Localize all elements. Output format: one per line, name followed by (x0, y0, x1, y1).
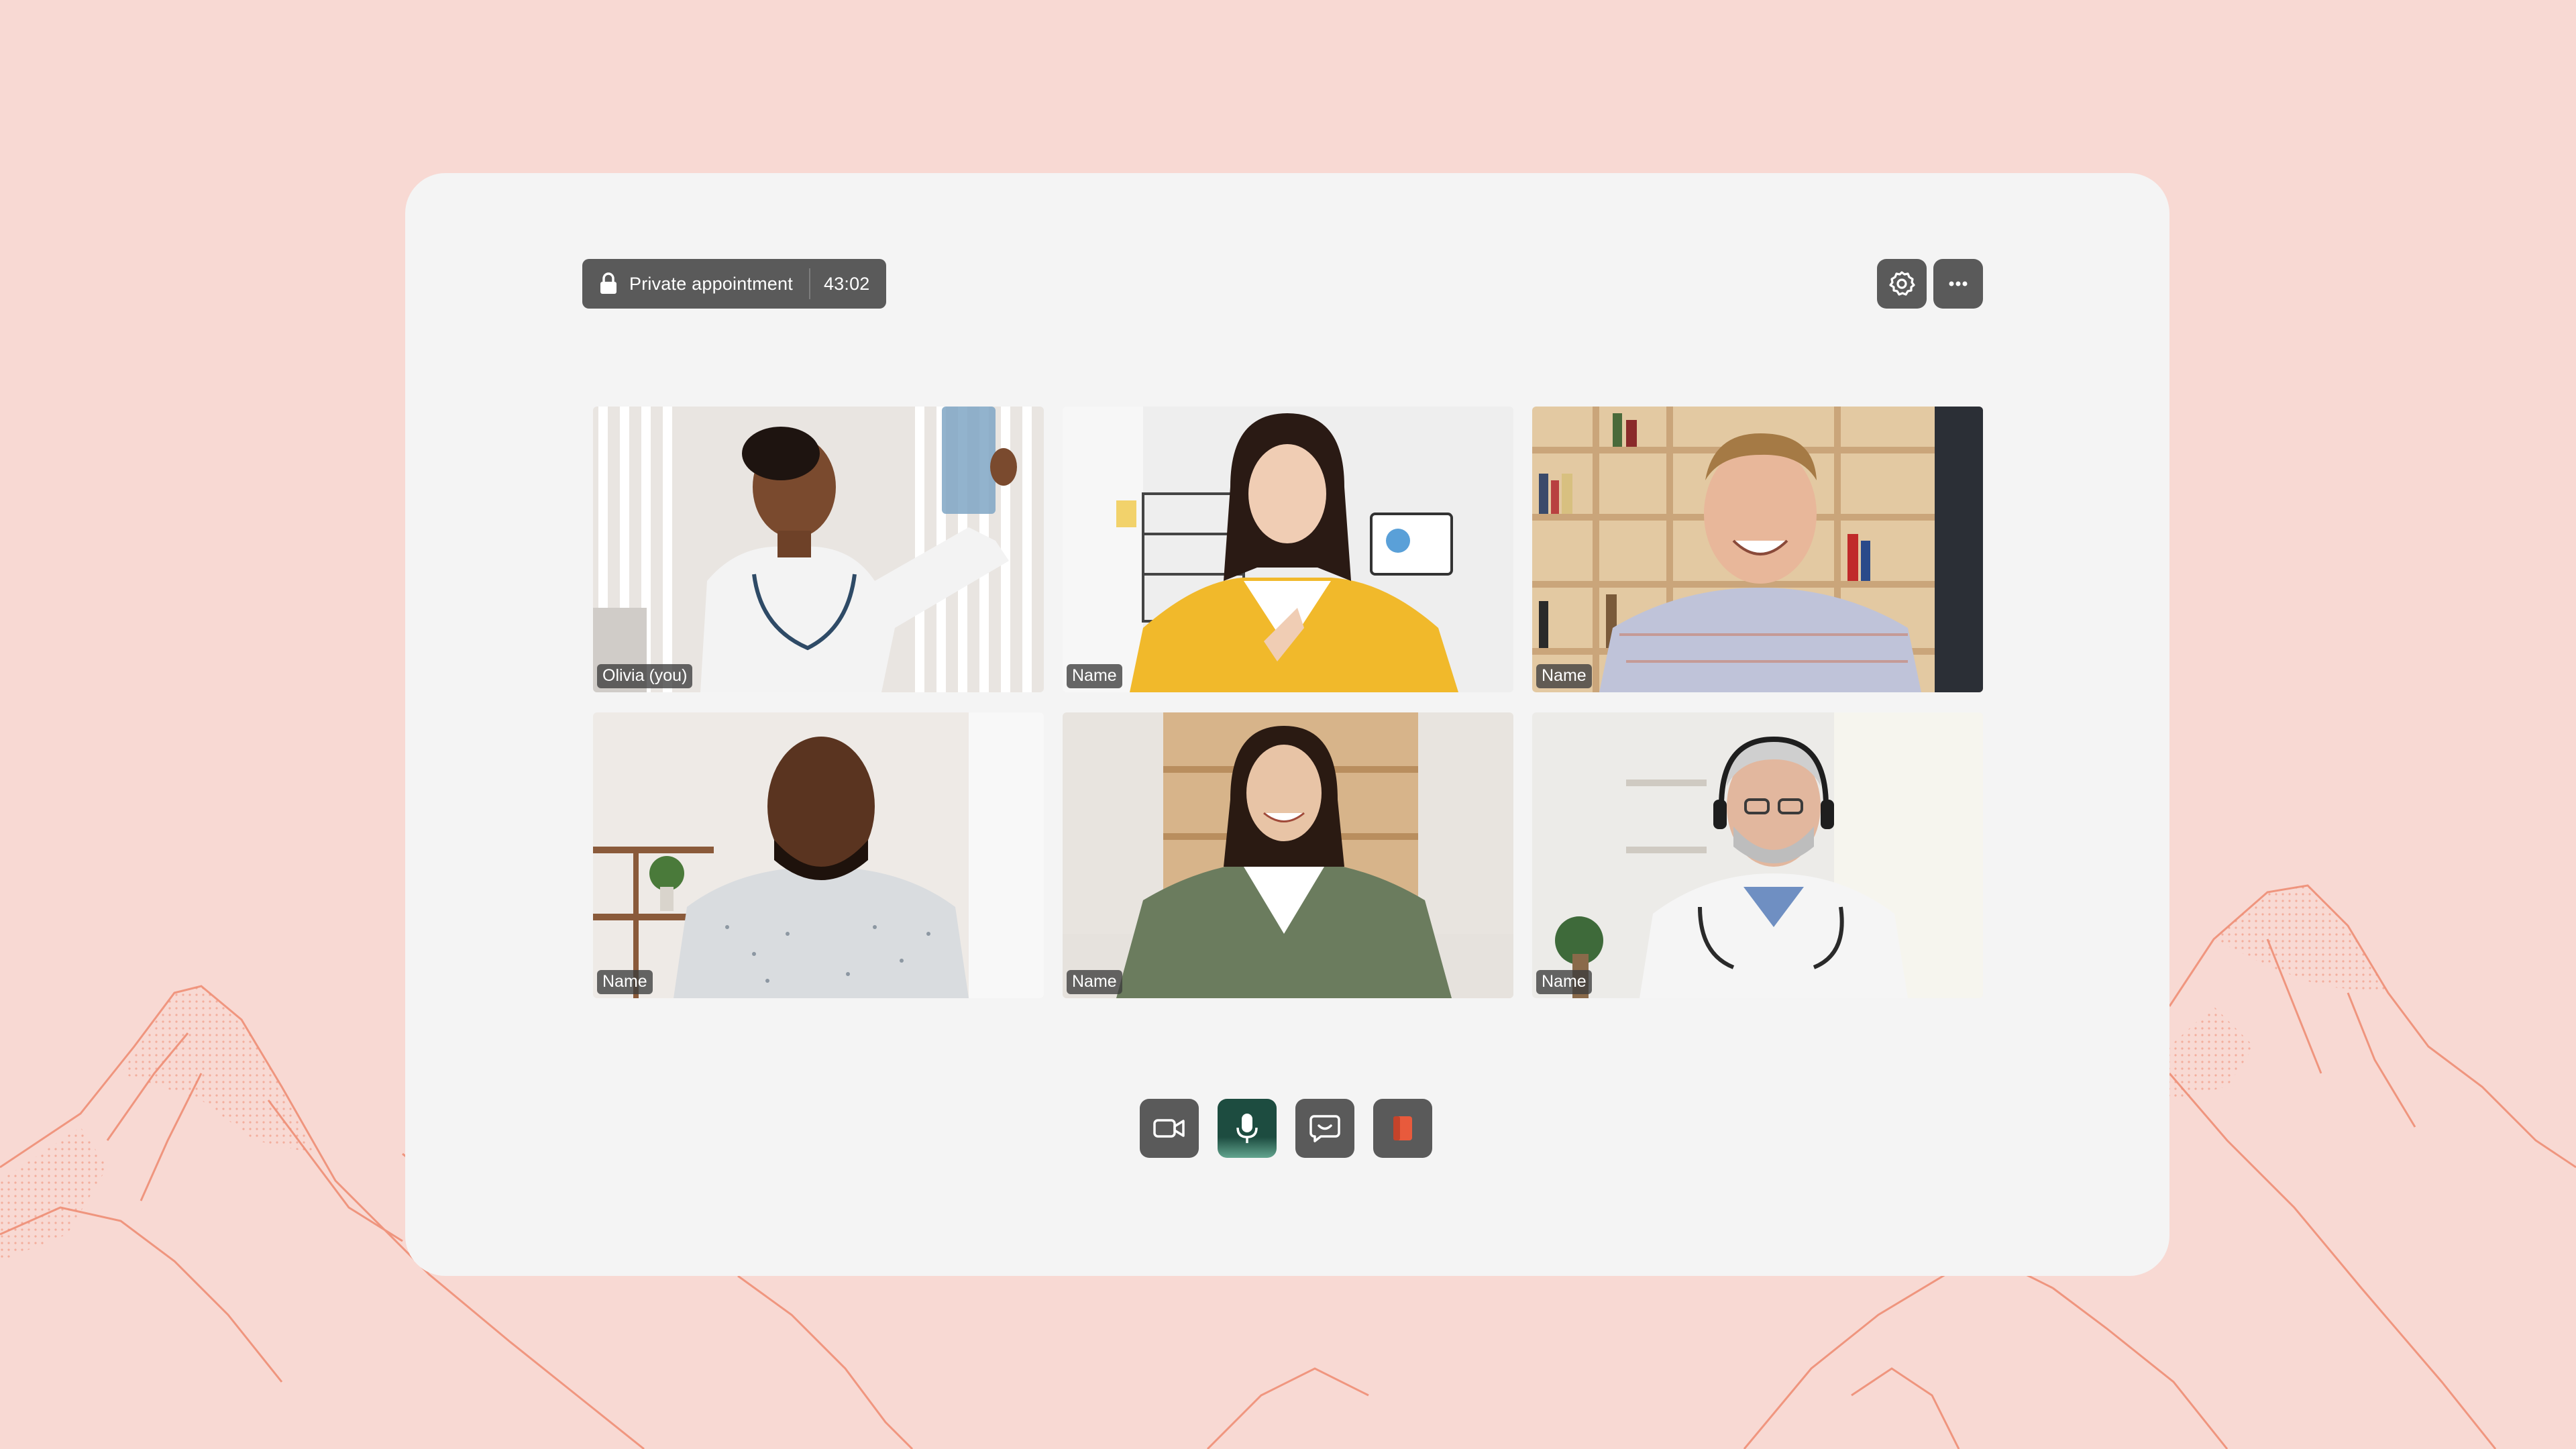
camera-button[interactable] (1140, 1099, 1199, 1158)
microphone-button[interactable] (1218, 1099, 1277, 1158)
more-horizontal-icon (1949, 281, 1968, 286)
participant-tile[interactable]: Name (1063, 407, 1513, 692)
gear-icon (1889, 271, 1915, 296)
participant-name-label: Olivia (you) (597, 664, 693, 688)
participant-video (1532, 407, 1983, 692)
video-camera-icon (1153, 1119, 1185, 1138)
participant-name-label: Name (1067, 970, 1122, 994)
participant-video (593, 407, 1044, 692)
participant-grid: Olivia (you) Name Name Name Name Name (593, 407, 1983, 998)
pill-divider (808, 268, 810, 299)
participant-tile[interactable]: Olivia (you) (593, 407, 1044, 692)
more-options-button[interactable] (1933, 259, 1983, 309)
participant-name-label: Name (1536, 970, 1592, 994)
participant-video (1532, 712, 1983, 998)
participant-tile[interactable]: Name (1063, 712, 1513, 998)
participant-name-label: Name (597, 970, 653, 994)
meeting-timer: 43:02 (823, 273, 870, 294)
participant-tile[interactable]: Name (593, 712, 1044, 998)
video-call-window: Private appointment 43:02 Olivia (you) N… (405, 173, 2169, 1276)
participant-tile[interactable]: Name (1532, 712, 1983, 998)
lock-icon (600, 272, 616, 294)
leave-call-button[interactable] (1373, 1099, 1432, 1158)
participant-video (1063, 712, 1513, 998)
leave-door-icon (1393, 1116, 1412, 1140)
chat-button[interactable] (1295, 1099, 1354, 1158)
participant-tile[interactable]: Name (1532, 407, 1983, 692)
chat-icon (1309, 1115, 1340, 1142)
call-controls (1140, 1099, 1435, 1159)
microphone-icon (1236, 1114, 1258, 1143)
participant-name-label: Name (1067, 664, 1122, 688)
participant-name-label: Name (1536, 664, 1592, 688)
meeting-info-pill: Private appointment 43:02 (582, 259, 886, 309)
meeting-title: Private appointment (629, 273, 793, 294)
participant-video (1063, 407, 1513, 692)
participant-video (593, 712, 1044, 998)
settings-button[interactable] (1877, 259, 1927, 309)
